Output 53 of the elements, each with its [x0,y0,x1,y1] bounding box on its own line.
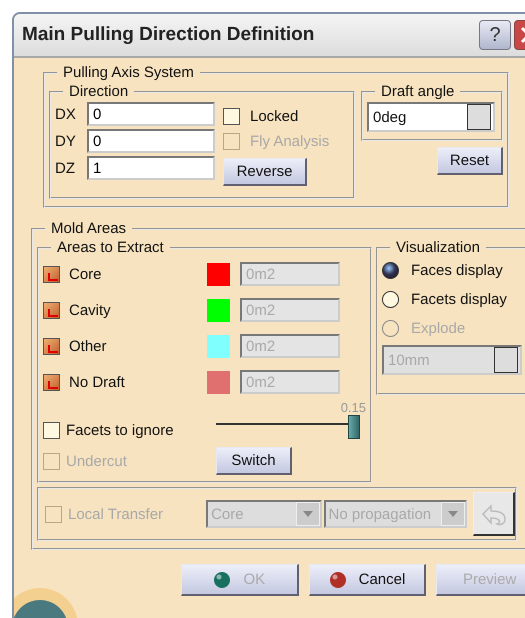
undo-button[interactable] [473,492,515,536]
checkbox[interactable] [43,374,60,390]
color-swatch[interactable] [207,334,230,358]
checkbox-label: Other [69,338,108,354]
group-title: Pulling Axis System [62,64,195,81]
color-swatch[interactable] [207,298,230,322]
group-title: Draft angle [380,83,456,100]
slider-thumb[interactable] [348,415,360,439]
radio-label: Explode [411,320,466,337]
slider-track[interactable] [216,415,358,439]
group-title: Visualization [395,239,481,256]
field-value: 0deg [372,108,406,126]
color-swatch[interactable] [207,262,230,286]
checkbox[interactable] [223,108,240,125]
dropdown-arrow-icon [448,511,458,517]
ball-icon [213,570,232,588]
reset-button[interactable]: Reset [437,147,503,175]
color-swatch[interactable] [207,370,230,394]
coordinate-field[interactable]: 0 [87,102,215,126]
group-title: Areas to Extract [56,239,165,256]
angle-field[interactable]: 0deg [367,102,495,132]
coordinate-field[interactable]: 0 [87,129,215,153]
cancel-button[interactable]: Cancel [308,564,426,596]
group-title: Direction [68,83,130,100]
checkbox[interactable] [43,338,60,354]
group-title: Mold Areas [50,220,128,237]
checkbox[interactable] [43,302,60,318]
radio-button[interactable] [382,291,399,308]
checkbox-label: Locked [250,108,298,125]
radio-label: Facets display [411,291,507,308]
radio-label: Faces display [411,262,503,279]
checkbox-label: Cavity [69,302,112,318]
checkbox-label: Local Transfer [68,506,164,522]
dropdown-arrow-icon [302,511,313,517]
slider-value: 0.15 [340,400,366,415]
checkbox[interactable] [43,266,60,282]
checkbox-label: Fly Analysis [250,133,330,150]
checkbox[interactable] [43,422,60,439]
reverse-button[interactable]: Reverse [223,158,307,186]
checkbox-label: Undercut [66,452,128,470]
checkbox-label: Core [69,266,103,282]
field-label: DX [55,106,77,122]
checkbox-label: Facets to ignore [66,422,175,439]
field-value: 10mm [387,352,430,368]
switch-button[interactable]: Switch [216,447,292,475]
ball-icon [328,570,347,588]
window-title: Main Pulling Direction Definition [22,24,316,46]
checkbox-label: No Draft [69,374,126,390]
field-label: DY [55,132,77,150]
field-label: DZ [55,160,76,176]
coordinate-field[interactable]: 1 [87,156,215,180]
radio-button[interactable] [382,262,399,279]
help-button[interactable]: ? [479,20,511,50]
